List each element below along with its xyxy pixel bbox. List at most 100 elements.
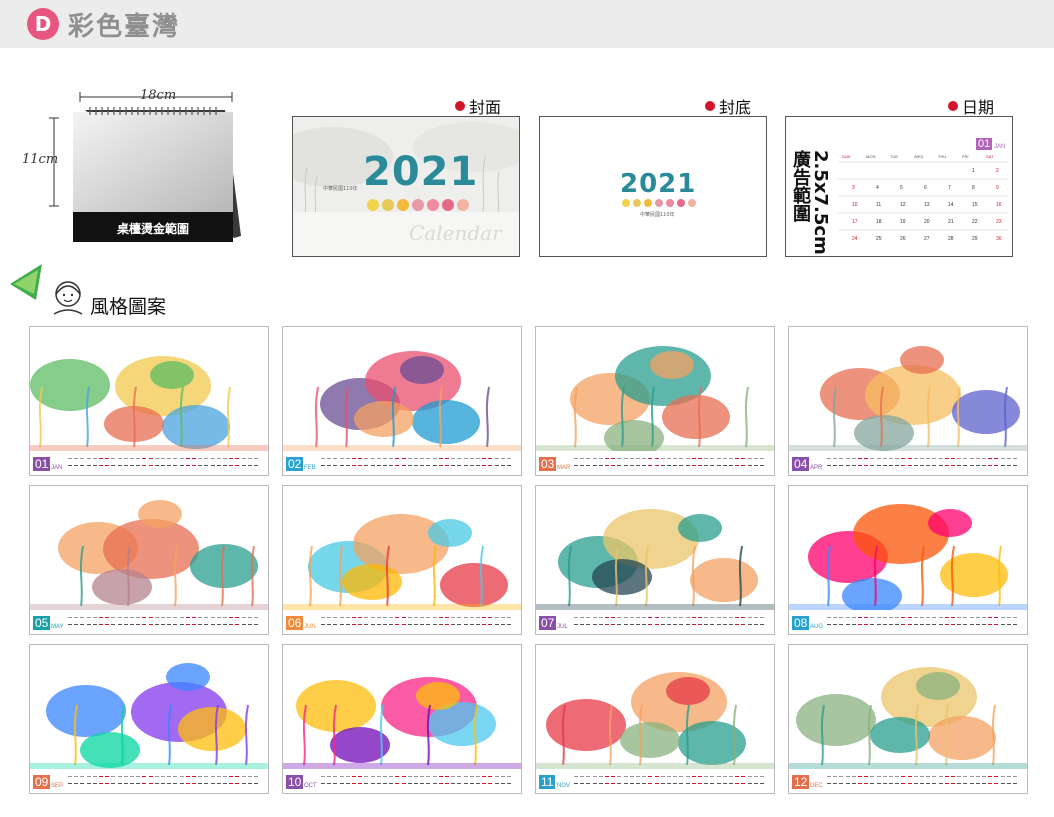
- weekday-tick: [105, 776, 110, 777]
- day-tick: [753, 624, 758, 625]
- weekday-tick: [951, 776, 955, 777]
- weekday-tick: [710, 617, 715, 618]
- weekday-tick: [327, 458, 332, 459]
- day-tick: [254, 783, 258, 784]
- weekday-tick: [414, 617, 418, 618]
- day-tick: [339, 783, 344, 784]
- weekday-tick: [1000, 776, 1005, 777]
- calendar-day: 9: [996, 185, 999, 191]
- weekday-tick: [389, 776, 394, 777]
- weekday-tick: [167, 458, 172, 459]
- day-tick: [605, 624, 609, 625]
- month-number: 05: [33, 616, 51, 630]
- weekday-tick: [136, 776, 141, 777]
- month-card-oct[interactable]: 10 OCT: [282, 644, 522, 794]
- day-tick: [623, 783, 628, 784]
- day-tick: [988, 465, 993, 466]
- weekday-tick: [167, 776, 172, 777]
- weekday-tick: [173, 776, 178, 777]
- weekday-tick: [574, 776, 578, 777]
- weekday-tick: [623, 776, 628, 777]
- month-card-apr[interactable]: 04 APR: [788, 326, 1028, 476]
- day-tick: [463, 465, 468, 466]
- weekday-tick: [926, 458, 931, 459]
- calendar-day: 21: [948, 219, 954, 225]
- weekday-tick: [895, 776, 900, 777]
- day-tick: [395, 465, 400, 466]
- month-card-may[interactable]: 05 MAY: [29, 485, 269, 635]
- weekday-tick: [130, 776, 134, 777]
- day-tick: [500, 624, 505, 625]
- day-tick: [642, 624, 647, 625]
- weekday-tick: [482, 776, 487, 777]
- weekday-tick: [920, 458, 924, 459]
- month-card-nov[interactable]: 11 NOV: [535, 644, 775, 794]
- weekday-tick: [111, 776, 116, 777]
- weekday-tick: [975, 458, 980, 459]
- weekday-tick: [216, 458, 221, 459]
- month-number: 10: [286, 775, 304, 789]
- day-tick: [123, 783, 128, 784]
- weekday-tick: [698, 617, 702, 618]
- cover-script-text: Calendar: [409, 221, 502, 245]
- day-tick: [876, 624, 881, 625]
- day-tick: [839, 624, 844, 625]
- day-tick: [963, 465, 968, 466]
- day-tick: [969, 624, 974, 625]
- weekday-tick: [963, 458, 968, 459]
- day-tick: [167, 783, 172, 784]
- day-tick: [210, 624, 215, 625]
- weekday-tick: [488, 617, 493, 618]
- weekday-tick: [988, 617, 993, 618]
- month-card-feb[interactable]: 02 FEB: [282, 326, 522, 476]
- weekday-tick: [383, 617, 387, 618]
- day-tick: [321, 465, 325, 466]
- month-card-aug[interactable]: 08 AUG: [788, 485, 1028, 635]
- day-tick: [482, 783, 487, 784]
- month-illustration: [283, 677, 521, 769]
- month-card-jan[interactable]: 01 JAN: [29, 326, 269, 476]
- weekday-tick: [988, 458, 993, 459]
- month-card-dec[interactable]: 12 DEC: [788, 644, 1028, 794]
- weekday-tick: [463, 776, 468, 777]
- weekday-tick: [247, 458, 252, 459]
- day-tick: [882, 465, 887, 466]
- month-name: AUG: [810, 624, 824, 630]
- day-tick: [654, 783, 659, 784]
- day-tick: [994, 465, 999, 466]
- day-tick: [913, 465, 918, 466]
- weekday-tick: [741, 617, 746, 618]
- day-tick: [882, 783, 887, 784]
- weekday-tick: [673, 617, 678, 618]
- month-card-mar[interactable]: 03 MAR: [535, 326, 775, 476]
- weekday-tick: [86, 617, 91, 618]
- day-tick: [173, 465, 178, 466]
- day-tick: [660, 783, 665, 784]
- weekday-tick: [864, 776, 869, 777]
- month-strip: 07 JUL: [536, 610, 774, 634]
- day-tick: [667, 465, 671, 466]
- weekday-tick: [254, 776, 258, 777]
- day-tick: [944, 624, 949, 625]
- weekday-tick: [932, 458, 937, 459]
- day-tick: [364, 465, 369, 466]
- weekday-tick: [882, 617, 887, 618]
- month-card-sep[interactable]: 09 SEP: [29, 644, 269, 794]
- day-tick: [1013, 465, 1017, 466]
- calendar-day: 4: [876, 185, 879, 191]
- day-tick: [223, 624, 227, 625]
- weekday-tick: [370, 617, 375, 618]
- month-illustration: [789, 346, 1027, 451]
- weekday-tick: [445, 617, 449, 618]
- month-days-row: [321, 456, 515, 470]
- month-card-jun[interactable]: 06 JUN: [282, 485, 522, 635]
- weekday-tick: [592, 458, 597, 459]
- weekday-tick: [500, 617, 505, 618]
- weekday-tick: [691, 776, 696, 777]
- weekday-tick: [932, 617, 937, 618]
- day-tick: [383, 783, 387, 784]
- style-section-label: 風格圖案: [90, 296, 167, 318]
- month-card-jul[interactable]: 07 JUL: [535, 485, 775, 635]
- day-tick: [1000, 624, 1005, 625]
- weekday-tick: [376, 617, 381, 618]
